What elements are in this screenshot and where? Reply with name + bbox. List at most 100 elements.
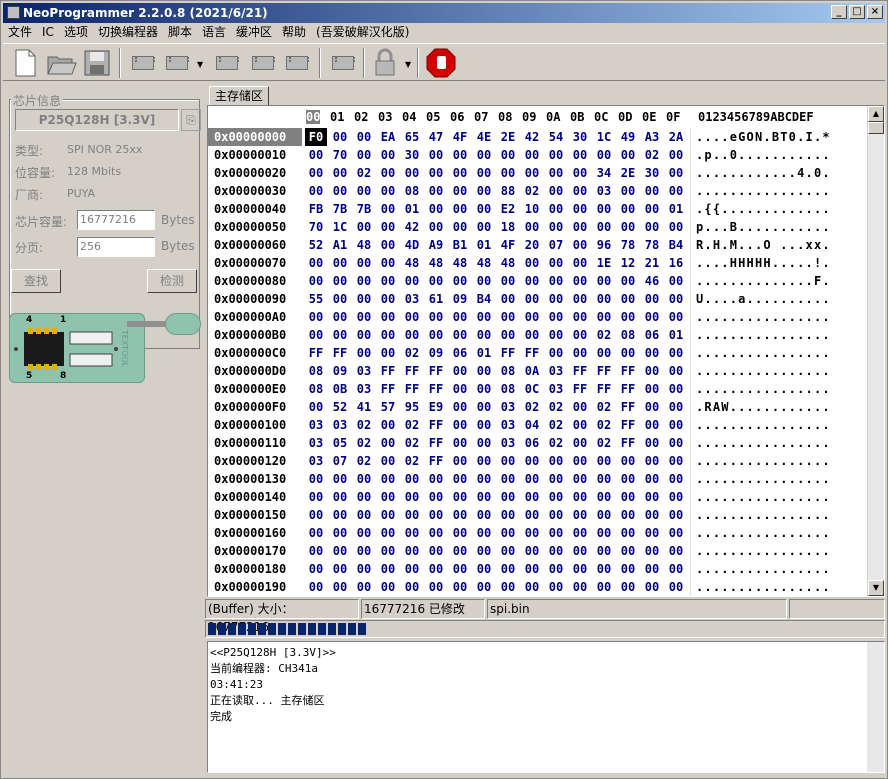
hex-byte[interactable]: 00 — [377, 542, 399, 560]
title-bar[interactable]: NeoProgrammer 2.2.0.8 (2021/6/21) _ □ × — [3, 3, 885, 23]
hex-byte[interactable]: 00 — [353, 128, 375, 146]
hex-byte[interactable]: 34 — [593, 164, 615, 182]
hex-row[interactable]: 00 70 00 00 30 00 00 00 00 00 00 00 00 00 02 00 .p..0...… — [208, 146, 868, 164]
hex-byte[interactable]: 00 — [569, 326, 591, 344]
hex-byte[interactable]: 00 — [305, 254, 327, 272]
hex-byte[interactable]: 30 — [641, 164, 663, 182]
hex-byte[interactable]: 00 — [521, 524, 543, 542]
hex-byte[interactable]: 00 — [473, 218, 495, 236]
hex-byte[interactable]: 08 — [305, 380, 327, 398]
hex-byte[interactable]: 78 — [617, 236, 639, 254]
hex-byte[interactable]: 88 — [497, 182, 519, 200]
hex-byte[interactable]: 18 — [497, 218, 519, 236]
hex-byte[interactable]: 00 — [329, 578, 351, 596]
hex-byte[interactable]: 00 — [329, 254, 351, 272]
hex-byte[interactable]: 00 — [665, 344, 687, 362]
ascii-text[interactable]: .p..0........... — [696, 146, 831, 164]
hex-byte[interactable]: 00 — [665, 452, 687, 470]
hex-byte[interactable]: 00 — [617, 578, 639, 596]
hex-row[interactable]: 08 0B 03 FF FF FF 00 00 08 0C 03 FF FF FF 00 00........… — [208, 380, 868, 398]
hex-byte[interactable]: B4 — [665, 236, 687, 254]
hex-byte[interactable]: 55 — [305, 290, 327, 308]
hex-byte[interactable]: 00 — [665, 506, 687, 524]
hex-byte[interactable]: 00 — [665, 146, 687, 164]
hex-byte[interactable]: 00 — [473, 506, 495, 524]
hex-byte[interactable]: 00 — [353, 326, 375, 344]
hex-byte[interactable]: 00 — [641, 560, 663, 578]
hex-byte[interactable]: 00 — [377, 308, 399, 326]
hex-byte[interactable]: 00 — [377, 452, 399, 470]
hex-byte[interactable]: 00 — [377, 146, 399, 164]
hex-row[interactable]: 08 09 03 FF FF FF 00 00 08 0A 03 FF FF FF 00 00........… — [208, 362, 868, 380]
size-field[interactable]: 16777216 — [77, 210, 155, 230]
hex-byte[interactable]: 00 — [617, 542, 639, 560]
hex-byte[interactable]: 00 — [641, 470, 663, 488]
hex-byte[interactable]: 00 — [569, 254, 591, 272]
ascii-text[interactable]: ................ — [696, 326, 831, 344]
hex-byte[interactable]: 00 — [377, 344, 399, 362]
hex-byte[interactable]: 00 — [473, 470, 495, 488]
hex-byte[interactable]: 00 — [497, 290, 519, 308]
hex-byte[interactable]: 00 — [329, 524, 351, 542]
hex-byte[interactable]: 4F — [497, 236, 519, 254]
hex-byte[interactable]: 00 — [449, 488, 471, 506]
hex-byte[interactable]: 00 — [353, 146, 375, 164]
ascii-text[interactable]: ................ — [696, 182, 831, 200]
hex-byte[interactable]: 03 — [401, 290, 423, 308]
hex-byte[interactable]: 00 — [305, 488, 327, 506]
hex-byte[interactable]: 00 — [521, 254, 543, 272]
hex-byte[interactable]: 00 — [641, 200, 663, 218]
hex-byte[interactable]: 07 — [329, 452, 351, 470]
hex-byte[interactable]: 00 — [449, 560, 471, 578]
hex-row[interactable]: FB 7B 7B 00 01 00 00 00 E2 10 00 00 00 00 00 01 .{{.....… — [208, 200, 868, 218]
hex-byte[interactable]: 00 — [305, 470, 327, 488]
hex-byte[interactable]: 06 — [521, 434, 543, 452]
hex-byte[interactable]: 00 — [401, 164, 423, 182]
hex-byte[interactable]: FF — [617, 416, 639, 434]
hex-byte[interactable]: FF — [401, 380, 423, 398]
hex-byte[interactable]: 00 — [473, 524, 495, 542]
ascii-text[interactable]: ....HHHHH.....!. — [696, 254, 831, 272]
hex-byte[interactable]: 00 — [569, 416, 591, 434]
hex-byte[interactable]: 00 — [641, 398, 663, 416]
hex-byte[interactable]: 49 — [617, 128, 639, 146]
hex-byte[interactable]: 16 — [665, 254, 687, 272]
hex-byte[interactable]: 00 — [329, 290, 351, 308]
hex-byte[interactable]: 00 — [545, 452, 567, 470]
find-button[interactable]: 查找 — [11, 269, 61, 293]
hex-byte[interactable]: 00 — [473, 578, 495, 596]
hex-byte[interactable]: 00 — [305, 164, 327, 182]
hex-byte[interactable]: 00 — [617, 524, 639, 542]
hex-byte[interactable]: 2A — [665, 128, 687, 146]
hex-byte[interactable]: EA — [377, 128, 399, 146]
hex-byte[interactable]: 48 — [449, 254, 471, 272]
hex-byte[interactable]: 00 — [521, 164, 543, 182]
hex-byte[interactable]: FF — [377, 380, 399, 398]
hex-byte[interactable]: 48 — [425, 254, 447, 272]
hex-byte[interactable]: 00 — [641, 290, 663, 308]
hex-byte[interactable]: 00 — [449, 524, 471, 542]
hex-row[interactable]: 00 00 00 00 00 00 00 00 00 00 00 00 00 00 46 00........… — [208, 272, 868, 290]
hex-byte[interactable]: 00 — [329, 272, 351, 290]
hex-byte[interactable]: 00 — [665, 362, 687, 380]
hex-byte[interactable]: 00 — [569, 236, 591, 254]
hex-byte[interactable]: FF — [593, 380, 615, 398]
hex-byte[interactable]: 01 — [665, 200, 687, 218]
menu-language[interactable]: 语言 — [197, 23, 231, 42]
hex-byte[interactable]: 00 — [617, 506, 639, 524]
hex-byte[interactable]: 00 — [521, 146, 543, 164]
hex-byte[interactable]: FF — [425, 452, 447, 470]
hex-byte[interactable]: B4 — [473, 290, 495, 308]
hex-byte[interactable]: 00 — [545, 542, 567, 560]
hex-byte[interactable]: 1C — [593, 128, 615, 146]
hex-byte[interactable]: 00 — [329, 128, 351, 146]
open-file-icon[interactable] — [45, 47, 77, 79]
hex-byte[interactable]: 95 — [401, 398, 423, 416]
chip-name-field[interactable]: P25Q128H [3.3V] — [15, 109, 179, 131]
hex-byte[interactable]: 00 — [377, 326, 399, 344]
hex-byte[interactable]: 00 — [593, 290, 615, 308]
hex-byte[interactable]: FF — [497, 344, 519, 362]
hex-byte[interactable]: 00 — [617, 344, 639, 362]
hex-byte[interactable]: 02 — [401, 452, 423, 470]
hex-byte[interactable]: 00 — [497, 524, 519, 542]
